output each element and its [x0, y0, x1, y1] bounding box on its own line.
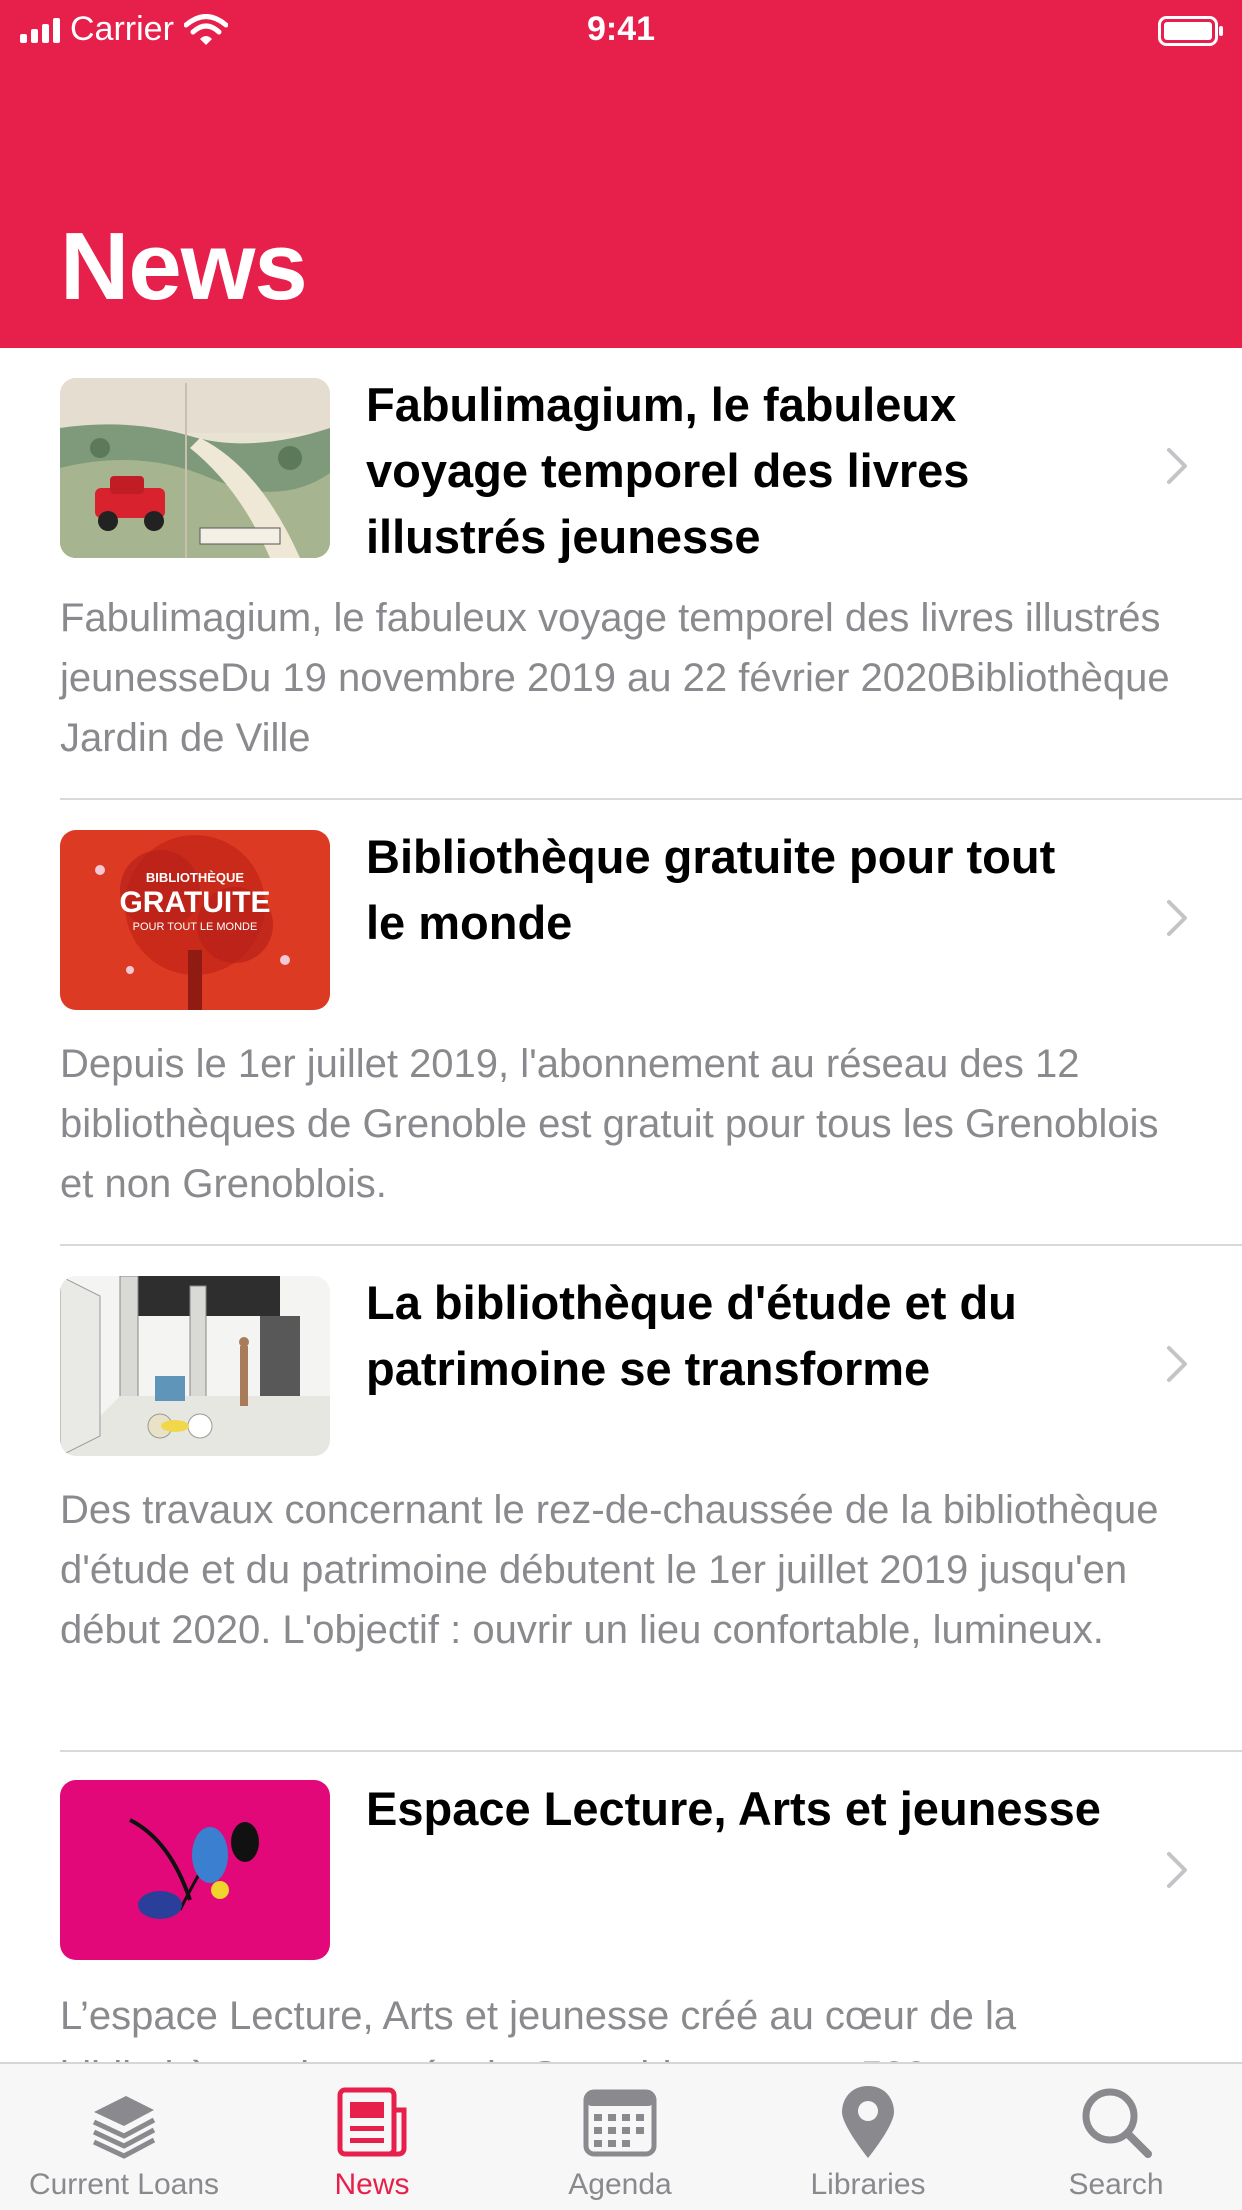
news-thumbnail [60, 378, 330, 558]
tab-bar: Current Loans News Agenda Libraries Sear… [0, 2062, 1242, 2210]
page-title: News [60, 213, 308, 320]
news-title: Fabulimagium, le fabuleux voyage tempore… [366, 378, 970, 563]
chevron-right-icon [1167, 900, 1187, 936]
news-thumbnail [60, 1276, 330, 1456]
news-title: Bibliothèque gratuite pour tout le monde [366, 830, 1056, 949]
thumbnail-text-small: BIBLIOTHÈQUE [146, 870, 245, 885]
thumbnail-text-large: GRATUITE [119, 886, 270, 919]
newspaper-icon [337, 2087, 407, 2157]
calendar-icon [583, 2089, 657, 2157]
tab-label: Libraries [810, 2168, 926, 2201]
separator [60, 1750, 1242, 1752]
news-thumbnail: BIBLIOTHÈQUE GRATUITE POUR TOUT LE MONDE [60, 830, 330, 1010]
search-icon [1082, 2088, 1152, 2158]
tab-current-loans[interactable]: Current Loans [0, 2064, 248, 2210]
tab-agenda[interactable]: Agenda [496, 2064, 744, 2210]
news-title: La bibliothèque d'étude et du patrimoine… [366, 1276, 1017, 1395]
news-list[interactable]: Fabulimagium, le fabuleux voyage tempore… [0, 348, 1242, 2062]
map-pin-icon [842, 2086, 894, 2158]
battery-icon [1158, 16, 1223, 46]
tab-libraries[interactable]: Libraries [744, 2064, 992, 2210]
tab-search[interactable]: Search [992, 2064, 1240, 2210]
tab-label: Agenda [568, 2168, 672, 2201]
news-thumbnail [60, 1780, 330, 1960]
tab-news[interactable]: News [248, 2064, 496, 2210]
thumbnail-text-sub: POUR TOUT LE MONDE [133, 921, 258, 933]
tab-label: Search [1068, 2168, 1164, 2201]
chevron-right-icon [1167, 1852, 1187, 1888]
news-description: Des travaux concernant le rez-de-chaussé… [60, 1488, 1159, 1652]
news-description: Depuis le 1er juillet 2019, l'abonnement… [60, 1042, 1159, 1206]
books-stack-icon [92, 2096, 156, 2159]
separator [60, 1244, 1242, 1246]
separator [60, 798, 1242, 800]
chevron-right-icon [1167, 448, 1187, 484]
tab-label: Current Loans [28, 2168, 220, 2201]
status-time: 9:41 [586, 10, 656, 48]
news-description: L’espace Lecture, Arts et jeunesse créé … [60, 1994, 1017, 2062]
tab-label: News [334, 2168, 410, 2201]
status-bar: Carrier 9:41 [0, 0, 1242, 60]
navigation-bar: News [0, 60, 1242, 348]
chevron-right-icon [1167, 1346, 1187, 1382]
news-title: Espace Lecture, Arts et jeunesse [366, 1782, 1101, 1835]
news-description: Fabulimagium, le fabuleux voyage tempore… [60, 596, 1170, 760]
